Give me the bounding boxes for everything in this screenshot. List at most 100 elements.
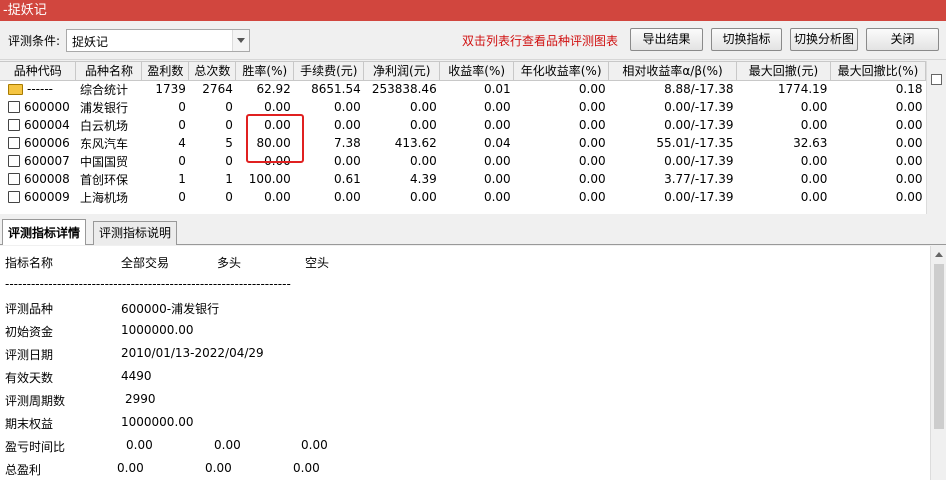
cell-relative-return: 8.88/-17.38	[664, 82, 734, 97]
switch-chart-button[interactable]: 切换分析图	[790, 28, 858, 51]
cell-max-drawdown: 0.00	[800, 172, 828, 186]
tab-metric-details[interactable]: 评测指标详情	[2, 219, 87, 245]
detail-value-date: 2010/01/13-2022/04/29	[121, 346, 264, 360]
col-header-return[interactable]: 收益率(%)	[439, 62, 515, 81]
document-icon	[8, 191, 20, 203]
cell-max-drawdown: 1774.19	[777, 82, 828, 97]
detail-label-date: 评测日期	[5, 348, 54, 362]
tab-metric-explanation[interactable]: 评测指标说明	[93, 221, 178, 245]
col-header-net-profit[interactable]: 净利润(元)	[363, 62, 441, 81]
cell-net-profit: 4.39	[410, 172, 437, 186]
cell-profit-count: 1739	[155, 82, 186, 97]
cell-name: 综合统计	[79, 82, 128, 97]
detail-header-long: 多头	[217, 256, 242, 270]
table-header-row: 品种代码 品种名称 盈利数 总次数 胜率(%) 手续费(元) 净利润(元) 收益…	[0, 62, 926, 81]
summary-icon	[8, 84, 23, 96]
cell-code: 600008	[0, 170, 76, 188]
cell-net-profit: 0.00	[410, 154, 437, 168]
cell-profit-count: 0	[178, 154, 186, 168]
cell-total-count: 2764	[202, 82, 233, 97]
table-scrollbar[interactable]	[926, 61, 946, 214]
results-table: 品种代码 品种名称 盈利数 总次数 胜率(%) 手续费(元) 净利润(元) 收益…	[0, 61, 926, 214]
cell-return: 0.00	[483, 172, 511, 186]
table-row[interactable]: 600007 中国国贸 0 0 0.00 0.00 0.00 0.00 0.00 0.00/-17…	[0, 152, 926, 170]
cell-net-profit: 0.00	[410, 190, 437, 204]
cell-fee: 7.38	[334, 136, 361, 150]
cell-fee: 0.00	[334, 118, 361, 132]
col-header-profit-count[interactable]: 盈利数	[141, 62, 190, 81]
table-row[interactable]: 600004 白云机场 0 0 0.00 0.00 0.00 0.00 0.00 0.00/-17…	[0, 116, 926, 134]
detail-label-total-profit: 总盈利	[5, 463, 42, 477]
cell-return: 0.04	[483, 136, 511, 150]
scroll-up-icon[interactable]	[935, 252, 943, 257]
cell-code-text: 600004	[24, 118, 70, 132]
column-toggle-checkbox[interactable]	[931, 74, 942, 85]
cell-name: 首创环保	[79, 172, 128, 187]
cell-max-drawdown: 0.00	[800, 190, 828, 204]
summary-row[interactable]: ------ 综合统计 1739 2764 62.92 8651.54 253838.46 0…	[0, 80, 926, 98]
document-icon	[8, 137, 20, 149]
scroll-thumb[interactable]	[934, 264, 944, 429]
export-button[interactable]: 导出结果	[630, 28, 703, 51]
col-header-max-drawdown[interactable]: 最大回撤(元)	[736, 62, 831, 81]
detail-tabs: 评测指标详情 评测指标说明	[0, 219, 946, 245]
chevron-down-icon[interactable]	[232, 30, 249, 51]
table-row[interactable]: 600008 首创环保 1 1 100.00 0.61 4.39 0.00 0.00 3.77/-…	[0, 170, 926, 188]
cell-annual-return: 0.00	[578, 172, 606, 186]
col-header-name[interactable]: 品种名称	[75, 62, 143, 81]
cell-total-count: 0	[225, 154, 233, 168]
cell-annual-return: 0.00	[578, 190, 606, 204]
detail-scrollbar[interactable]	[930, 246, 946, 480]
cell-relative-return: 0.00/-17.39	[664, 100, 734, 114]
detail-separator: ----------------------------------------…	[5, 277, 291, 291]
cell-max-drawdown-ratio: 0.00	[895, 136, 923, 150]
table-row[interactable]: 600009 上海机场 0 0 0.00 0.00 0.00 0.00 0.00 0.00/-17…	[0, 188, 926, 206]
col-header-annual-return[interactable]: 年化收益率(%)	[513, 62, 610, 81]
col-header-max-drawdown-ratio[interactable]: 最大回撤比(%)	[830, 62, 926, 81]
detail-label-equity: 期末权益	[5, 417, 54, 431]
cell-profit-count: 0	[178, 190, 186, 204]
condition-combo[interactable]: 捉妖记	[66, 29, 250, 52]
cell-name: 中国国贸	[79, 154, 128, 169]
cell-code-text: 600000	[24, 100, 70, 114]
cell-fee: 0.61	[334, 172, 361, 186]
col-header-code[interactable]: 品种代码	[0, 62, 77, 81]
table-row[interactable]: 600006 东风汽车 4 5 80.00 7.38 413.62 0.04 0.00 55.01…	[0, 134, 926, 152]
detail-label-capital: 初始资金	[5, 325, 54, 339]
cell-win-rate: 100.00	[248, 172, 291, 186]
switch-metric-button[interactable]: 切换指标	[711, 28, 782, 51]
cell-relative-return: 55.01/-17.35	[656, 136, 734, 150]
cell-win-rate: 0.00	[264, 100, 291, 114]
col-header-relative-return[interactable]: 相对收益率α/β(%)	[608, 62, 738, 81]
cell-net-profit: 0.00	[410, 100, 437, 114]
cell-max-drawdown-ratio: 0.00	[895, 172, 923, 186]
cell-fee: 0.00	[334, 154, 361, 168]
close-button[interactable]: 关闭	[866, 28, 939, 51]
cell-fee: 0.00	[334, 100, 361, 114]
table-row[interactable]: 600000 浦发银行 0 0 0.00 0.00 0.00 0.00 0.00 0.00/-17…	[0, 98, 926, 116]
cell-return: 0.00	[483, 100, 511, 114]
cell-total-count: 0	[225, 118, 233, 132]
cell-profit-count: 4	[178, 136, 186, 150]
detail-value-pl-all: 0.00	[126, 438, 153, 452]
col-header-total-count[interactable]: 总次数	[188, 62, 237, 81]
col-header-fee[interactable]: 手续费(元)	[293, 62, 365, 81]
condition-label: 评测条件:	[8, 34, 61, 48]
cell-code: 600007	[0, 152, 76, 170]
col-header-win-rate[interactable]: 胜率(%)	[235, 62, 295, 81]
cell-total-count: 5	[225, 136, 233, 150]
cell-code-text: 600009	[24, 190, 70, 204]
condition-value: 捉妖记	[72, 35, 109, 49]
cell-code: ------	[0, 80, 76, 98]
detail-value-pl-short: 0.00	[301, 438, 328, 452]
cell-name: 上海机场	[79, 190, 128, 205]
detail-value-profit-long: 0.00	[205, 461, 232, 475]
cell-win-rate: 0.00	[264, 154, 291, 168]
cell-win-rate: 0.00	[264, 190, 291, 204]
detail-value-days: 4490	[121, 369, 152, 383]
cell-max-drawdown-ratio: 0.00	[895, 100, 923, 114]
cell-name: 白云机场	[79, 118, 128, 133]
cell-return: 0.00	[483, 154, 511, 168]
detail-value-profit-short: 0.00	[293, 461, 320, 475]
cell-annual-return: 0.00	[578, 136, 606, 150]
